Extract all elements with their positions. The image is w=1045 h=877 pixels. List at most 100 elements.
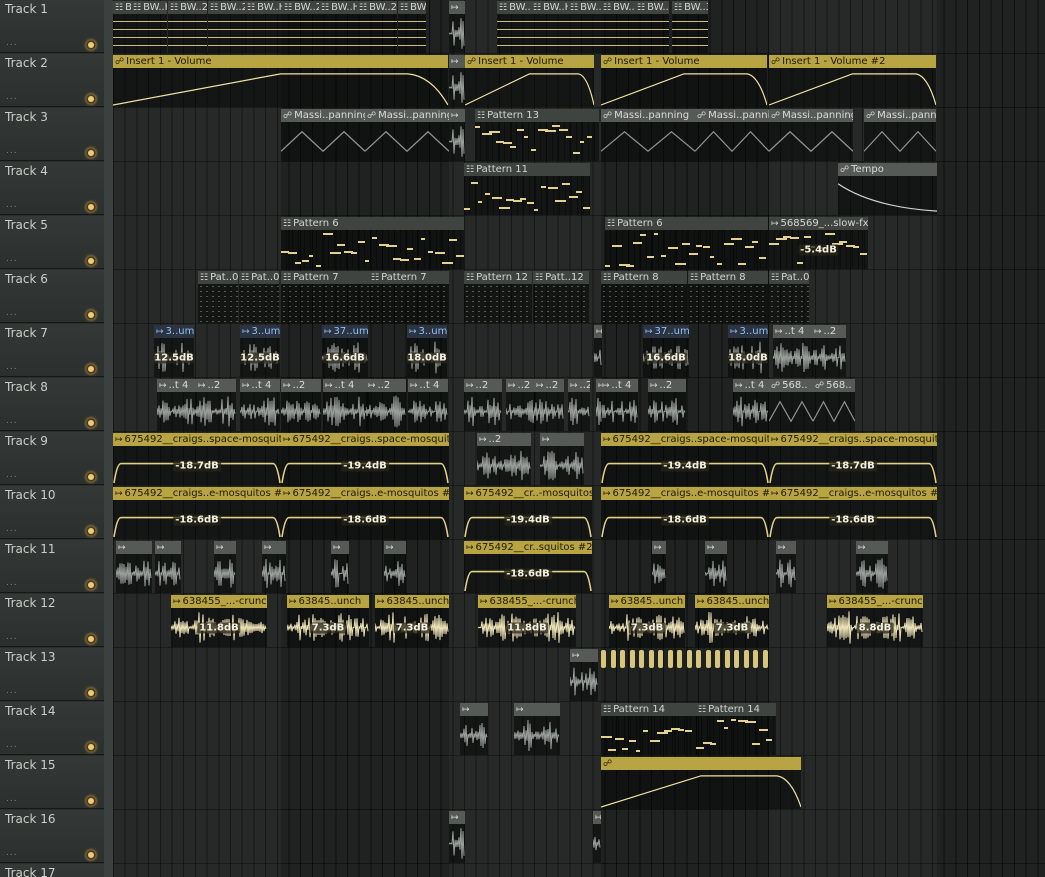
clip-header[interactable]: ↦ 675492__craigs..e-mosquitos #2	[601, 487, 769, 500]
playlist-clip[interactable]: ☍Massi..panning	[365, 109, 449, 161]
playlist-clip[interactable]: ↦	[449, 109, 465, 161]
clip-header[interactable]: ↦	[262, 541, 286, 554]
playlist-clip[interactable]: ↦ ..2	[196, 379, 236, 431]
playlist-clip[interactable]: ↦	[384, 541, 406, 593]
track-enable-toggle[interactable]	[86, 742, 96, 752]
playlist-grid[interactable]: ☷B..H☷BW..H☷BW..2☷BW..2☷BW..H☷BW..2☷BW..…	[113, 0, 1045, 877]
playlist-clip[interactable]: ↦ ..t 4	[323, 379, 369, 431]
clip-header[interactable]: ☷ Pattern 8	[601, 271, 687, 284]
playlist-clip[interactable]: ↦ ..t 4	[157, 379, 197, 431]
playlist-clip[interactable]: ↦	[449, 55, 465, 107]
playlist-clip[interactable]: ↦ 675492__craigs..space-mosquitos -19.4dB	[281, 433, 449, 485]
track-header[interactable]: Track 17...	[0, 864, 104, 877]
playlist-clip[interactable]: ☷BW..3	[672, 1, 708, 53]
playlist-clip[interactable]: ↦ 638455_...-crunch 11.8dB	[171, 595, 267, 647]
clip-header[interactable]: ↦	[540, 433, 584, 446]
track-enable-toggle[interactable]	[86, 148, 96, 158]
playlist-clip[interactable]: ☷BW..2	[282, 1, 319, 53]
track-header[interactable]: Track 3...	[0, 108, 104, 161]
clip-header[interactable]: ↦	[449, 55, 465, 68]
clip-header[interactable]: ☍ Insert 1 - Volume	[465, 55, 594, 68]
playlist-clip[interactable]: ↦	[262, 541, 286, 593]
clip-header[interactable]: ↦ ..2	[568, 379, 590, 392]
playlist-clip[interactable]: ↦	[540, 433, 584, 485]
clip-header[interactable]: ↦	[449, 1, 465, 14]
clip-header[interactable]: ☷BW..2	[208, 1, 246, 14]
track-enable-toggle[interactable]	[86, 94, 96, 104]
track-enable-toggle[interactable]	[86, 634, 96, 644]
playlist-clip[interactable]: ↦ 675492__cr..squitos #2 -18.6dB	[464, 541, 592, 593]
clip-header[interactable]: ↦ 675492__cr..-mosquitos	[464, 487, 592, 500]
playlist-clip[interactable]: ↦	[856, 541, 888, 593]
track-header[interactable]: Track 6...	[0, 270, 104, 323]
track-options-dots[interactable]: ...	[6, 632, 18, 642]
clip-header[interactable]: ↦ 63845..unch	[609, 595, 685, 608]
playlist-clip[interactable]: ↦	[594, 325, 602, 377]
clip-header[interactable]: ☷BW..H	[245, 1, 282, 14]
track-enable-toggle[interactable]	[86, 526, 96, 536]
clip-header[interactable]: ☷BW..2	[168, 1, 207, 14]
playlist-clip[interactable]: ↦ ..t 4	[600, 379, 638, 431]
clip-header[interactable]: ↦	[214, 541, 236, 554]
clip-header[interactable]: ↦	[449, 109, 465, 122]
playlist-clip[interactable]: ☷BW..2	[357, 1, 397, 53]
playlist-clip[interactable]: ↦ 3..um 18.0dB	[407, 325, 447, 377]
clip-header[interactable]: ☷BW..H	[131, 1, 167, 14]
playlist-clip[interactable]: ↦	[449, 811, 465, 863]
clip-header[interactable]: ↦ ..2	[506, 379, 536, 392]
clip-header[interactable]: ☷B..H	[113, 1, 131, 14]
playlist-clip[interactable]: ☷ Pattern 6	[605, 217, 768, 269]
track-enable-toggle[interactable]	[86, 256, 96, 266]
clip-header[interactable]: ↦ ..t 4	[157, 379, 197, 392]
clip-header[interactable]: ☷ Pattern 6	[281, 217, 464, 230]
playlist-clip[interactable]: ☷ Pattern 14	[601, 703, 697, 755]
track-enable-toggle[interactable]	[86, 796, 96, 806]
clip-header[interactable]: ☷BW..3	[635, 1, 669, 14]
clip-header[interactable]: ↦	[596, 379, 602, 392]
clip-header[interactable]: ↦ ..t 4	[240, 379, 280, 392]
playlist-clip[interactable]: ☷BW..H	[319, 1, 357, 53]
playlist-clip[interactable]: ↦ 63845..unch 7.3dB	[609, 595, 685, 647]
playlist-clip[interactable]: ☍ Insert 1 - Volume	[113, 55, 448, 107]
clip-header[interactable]: ☷BW..3	[568, 1, 601, 14]
clip-header[interactable]: ☍Massi..panning	[601, 109, 695, 122]
track-enable-toggle[interactable]	[86, 202, 96, 212]
clip-header[interactable]: ↦ 675492__craigs..space-mosquitos	[113, 433, 281, 446]
playlist-clip[interactable]: ☍ Insert 1 - Volume	[601, 55, 767, 107]
track-options-dots[interactable]: ...	[6, 38, 18, 48]
playlist-clip[interactable]: ☍Massi..panning	[281, 109, 365, 161]
clip-header[interactable]: ↦ 675492__craigs..e-mosquitos #2	[113, 487, 281, 500]
clip-header[interactable]: ☷BW..2	[282, 1, 319, 14]
clip-header[interactable]: ↦	[116, 541, 152, 554]
clip-header[interactable]: ↦ ..2	[477, 433, 531, 446]
playlist-clip[interactable]: ↦ 37..um 16.6dB	[322, 325, 368, 377]
track-header[interactable]: Track 12...	[0, 594, 104, 647]
clip-header[interactable]: ☷BW..3	[672, 1, 708, 14]
playlist-clip[interactable]: ☷ Patt..12	[533, 271, 589, 323]
clip-header[interactable]: ↦	[331, 541, 349, 554]
playlist-clip[interactable]: ↦ 638455_...-crunch 11.8dB	[478, 595, 576, 647]
playlist-clip[interactable]: ☍ 568..	[813, 379, 855, 431]
playlist-clip[interactable]: ↦ ..t 4	[240, 379, 280, 431]
playlist-clip[interactable]: ☷ Pattern 8	[688, 271, 768, 323]
clip-header[interactable]: ↦ 638455_...-crunch	[827, 595, 923, 608]
playlist-clip[interactable]: ☷ Pattern 12	[464, 271, 532, 323]
playlist-clip[interactable]: ☍ 568..	[769, 379, 813, 431]
playlist-clip[interactable]: ☷BW..3	[568, 1, 601, 53]
track-options-dots[interactable]: ...	[6, 794, 18, 804]
track-options-dots[interactable]: ...	[6, 686, 18, 696]
track-header[interactable]: Track 16...	[0, 810, 104, 863]
clip-header[interactable]: ☷ Pattern 14	[601, 703, 697, 716]
clip-header[interactable]: ☷BW..H	[531, 1, 568, 14]
clip-header[interactable]: ☷BW..3	[601, 1, 635, 14]
playlist-clip[interactable]: ↦ 3..um 18.0dB	[728, 325, 768, 377]
playlist-clip[interactable]: ↦ ..2	[568, 379, 590, 431]
track-enable-toggle[interactable]	[86, 850, 96, 860]
track-options-dots[interactable]: ...	[6, 200, 18, 210]
playlist-clip[interactable]: ↦ ..2	[366, 379, 406, 431]
track-resize-strip[interactable]	[104, 0, 113, 877]
clip-header[interactable]: ↦ ..2	[648, 379, 686, 392]
clip-header[interactable]: ↦ ..2	[464, 379, 502, 392]
playlist-clip[interactable]: ↦ ..2	[281, 379, 321, 431]
clip-header[interactable]: ☷ Pat..0	[239, 271, 279, 284]
